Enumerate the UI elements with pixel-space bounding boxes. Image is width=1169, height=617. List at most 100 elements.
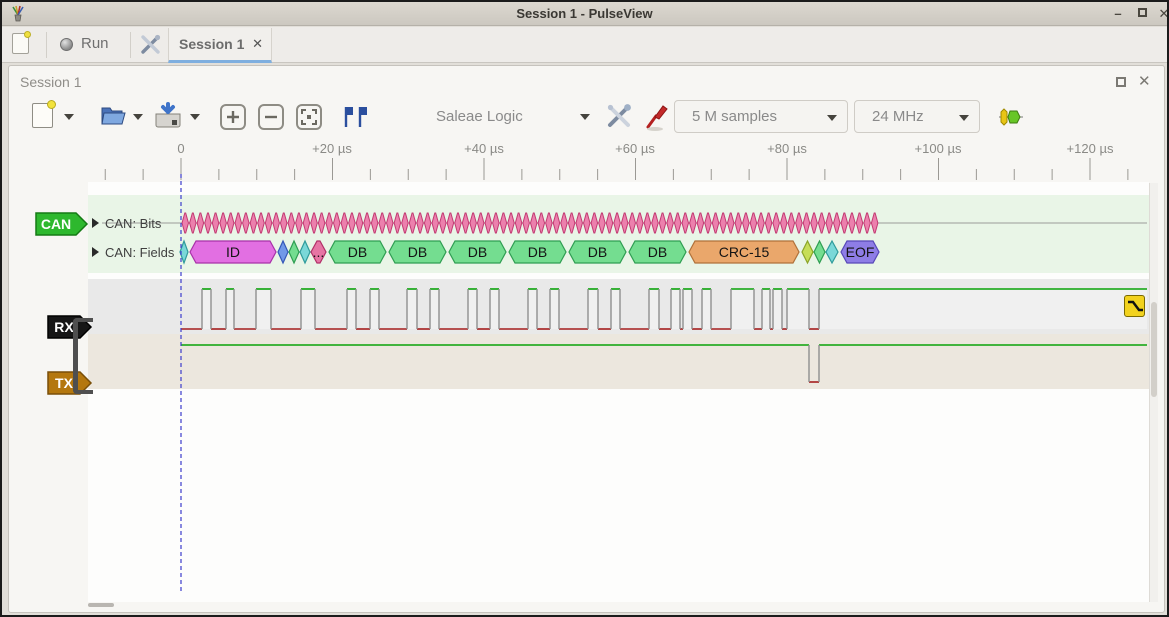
bit-annotation <box>599 213 605 233</box>
bit-annotation <box>765 213 771 233</box>
field-annotation <box>300 241 310 263</box>
bit-annotation <box>637 213 643 233</box>
bit-annotation <box>296 213 302 233</box>
bit-annotation <box>364 213 370 233</box>
ruler-tick-label: +40 µs <box>464 141 504 156</box>
expand-fields-row-arrow[interactable] <box>92 247 99 257</box>
bit-annotation <box>470 213 476 233</box>
trigger-marker-falling-edge-icon[interactable] <box>1124 295 1145 317</box>
bit-annotation <box>493 213 499 233</box>
bit-annotation <box>591 213 597 233</box>
field-annotation-label: DB <box>588 244 607 260</box>
bit-annotation <box>318 213 324 233</box>
bit-annotation <box>697 213 703 233</box>
bit-annotation <box>402 213 408 233</box>
svg-text:TX: TX <box>55 375 74 391</box>
bit-annotation <box>773 213 779 233</box>
bit-annotation <box>811 213 817 233</box>
ruler-tick-label: 0 <box>177 141 184 156</box>
bit-annotation <box>735 213 741 233</box>
trace-canvas[interactable]: ID...DBDBDBDBDBDBCRC-15EOF <box>2 2 1169 617</box>
bit-annotation <box>235 213 241 233</box>
bit-annotation <box>553 213 559 233</box>
bit-annotation <box>818 213 824 233</box>
bit-annotation <box>280 213 286 233</box>
field-annotation-label: CRC-15 <box>719 244 770 260</box>
bit-annotation <box>667 213 673 233</box>
ruler-tick-label: +100 µs <box>915 141 962 156</box>
bit-annotation <box>424 213 430 233</box>
bit-annotation <box>690 213 696 233</box>
bit-annotation <box>334 213 340 233</box>
bit-annotation <box>856 213 862 233</box>
bit-annotation <box>417 213 423 233</box>
bit-annotation <box>387 213 393 233</box>
bit-annotation <box>341 213 347 233</box>
bit-annotation <box>826 213 832 233</box>
bit-annotation <box>356 213 362 233</box>
bit-annotation <box>273 213 279 233</box>
bit-annotation <box>462 213 468 233</box>
bit-annotation <box>674 213 680 233</box>
bit-annotation <box>250 213 256 233</box>
bit-annotation <box>432 213 438 233</box>
bit-annotation <box>644 213 650 233</box>
bit-annotation <box>220 213 226 233</box>
bit-annotation <box>584 213 590 233</box>
ruler-ticks <box>105 158 1128 180</box>
bit-annotation <box>864 213 870 233</box>
decoder-tag-can[interactable]: CAN <box>35 212 89 236</box>
bit-annotation <box>705 213 711 233</box>
bit-annotation <box>682 213 688 233</box>
waveforms <box>181 289 1147 382</box>
app-window: Session 1 - PulseView – ✕ Run Session 1 … <box>0 0 1169 617</box>
bit-annotation <box>758 213 764 233</box>
bit-annotation <box>197 213 203 233</box>
bit-annotation <box>652 213 658 233</box>
field-annotation-label: DB <box>468 244 487 260</box>
bit-annotation <box>561 213 567 233</box>
bit-annotation <box>447 213 453 233</box>
bit-annotation <box>440 213 446 233</box>
bit-annotation <box>576 213 582 233</box>
bit-annotation <box>485 213 491 233</box>
bit-annotation <box>621 213 627 233</box>
bit-annotation <box>568 213 574 233</box>
bit-annotation <box>508 213 514 233</box>
bit-annotation <box>394 213 400 233</box>
field-annotation-label: EOF <box>846 244 875 260</box>
bit-annotation <box>538 213 544 233</box>
bit-annotation <box>379 213 385 233</box>
horizontal-scrollbar-thumb[interactable] <box>88 603 114 607</box>
decoder-row-bits-label: CAN: Bits <box>105 216 161 231</box>
bit-annotation <box>190 213 196 233</box>
bit-annotation <box>371 213 377 233</box>
bit-annotation <box>477 213 483 233</box>
bit-annotation <box>288 213 294 233</box>
bit-annotation <box>849 213 855 233</box>
decoder-annotations: ID...DBDBDBDBDBDBCRC-15EOF <box>102 213 1147 263</box>
bit-annotation <box>349 213 355 233</box>
ruler-tick-label: +20 µs <box>312 141 352 156</box>
bit-annotation <box>871 213 877 233</box>
bit-annotation <box>546 213 552 233</box>
bit-annotation <box>796 213 802 233</box>
bit-annotation <box>614 213 620 233</box>
bit-annotation <box>258 213 264 233</box>
bit-annotation <box>515 213 521 233</box>
ruler-tick-label: +80 µs <box>767 141 807 156</box>
field-annotation <box>814 241 825 263</box>
trace-group-bracket[interactable] <box>73 318 93 394</box>
field-annotation-label: DB <box>408 244 427 260</box>
bit-annotation <box>243 213 249 233</box>
bit-annotation <box>659 213 665 233</box>
bit-annotation <box>803 213 809 233</box>
bit-annotation <box>841 213 847 233</box>
bit-annotation <box>326 213 332 233</box>
bit-annotation <box>265 213 271 233</box>
bit-annotation <box>303 213 309 233</box>
vertical-scrollbar-thumb[interactable] <box>1151 302 1157 397</box>
expand-bits-row-arrow[interactable] <box>92 218 99 228</box>
bit-annotation <box>712 213 718 233</box>
decoder-row-fields-label: CAN: Fields <box>105 245 174 260</box>
